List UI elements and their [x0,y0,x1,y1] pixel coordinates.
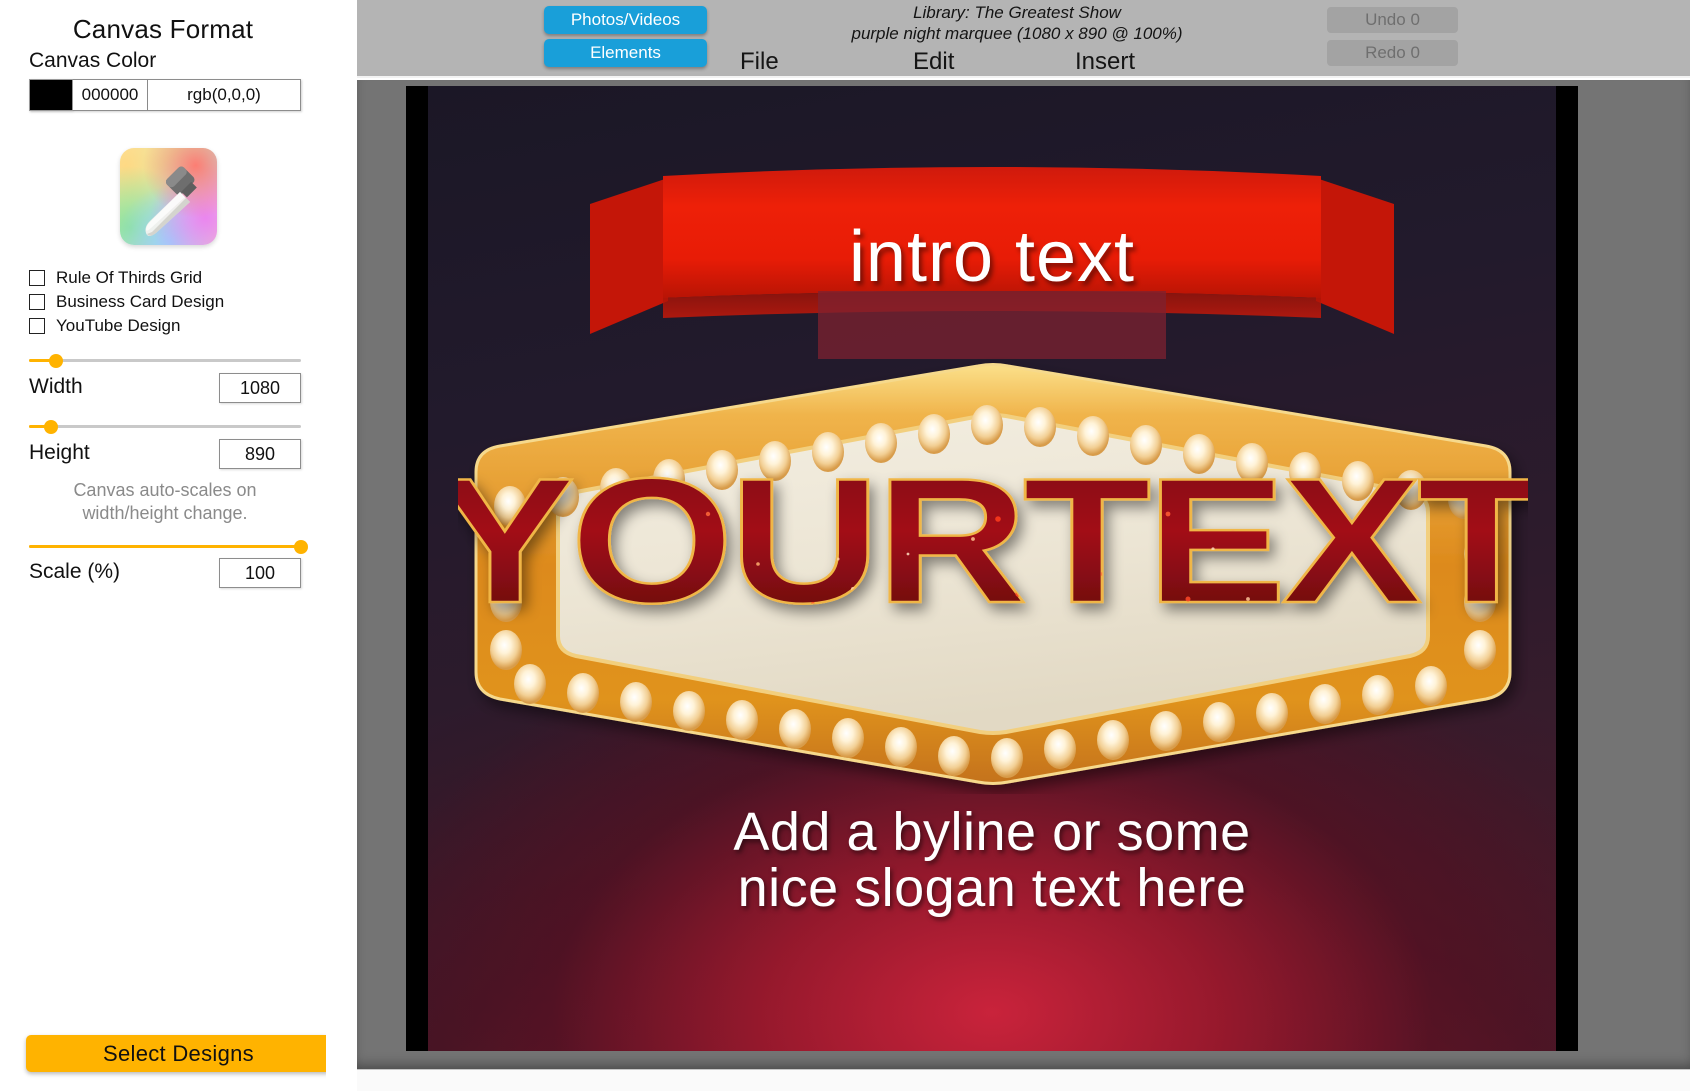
headline-text: YOURTEXT [458,442,1528,640]
elements-button[interactable]: Elements [544,39,707,67]
hex-color-input[interactable]: 000000 [73,79,148,111]
slider-knob[interactable] [43,420,58,434]
checkbox-label: Business Card Design [56,292,225,311]
rgb-color-input[interactable]: rgb(0,0,0) [148,79,301,111]
scale-input[interactable]: 100 [219,558,301,588]
app-root: Canvas Format Canvas Color 000000 rgb(0,… [0,0,1690,1091]
slider-knob[interactable] [49,354,64,368]
byline-line1: Add a byline or some [733,802,1251,862]
select-designs-button[interactable]: Select Designs [26,1035,326,1072]
checkbox-youtube-design[interactable]: YouTube Design [29,316,180,336]
slider-track [29,359,301,362]
slider-knob[interactable] [294,540,308,554]
canvas-format-sidebar: Canvas Format Canvas Color 000000 rgb(0,… [0,0,326,1091]
marquee-sign: YOURTEXT [434,354,1549,794]
scale-field-row: Scale (%) 100 [29,558,301,588]
byline-text[interactable]: Add a byline or some nice slogan text he… [428,804,1556,916]
ribbon-banner: intro text [428,86,1556,386]
height-label: Height [29,441,90,464]
sidebar-scroll-pane: Canvas Format Canvas Color 000000 rgb(0,… [0,0,326,1022]
scale-label: Scale (%) [29,560,121,583]
checkbox-box[interactable] [29,270,45,286]
bottom-status-strip [357,1069,1690,1091]
intro-text[interactable]: intro text [428,216,1556,298]
library-info: Library: The Greatest Show purple night … [757,2,1277,45]
checkbox-label: Rule Of Thirds Grid [56,268,203,287]
photos-videos-button[interactable]: Photos/Videos [544,6,707,34]
width-label: Width [29,375,83,398]
menu-edit[interactable]: Edit [913,48,954,76]
scale-slider[interactable] [29,538,308,556]
width-slider[interactable] [29,352,301,370]
height-field-row: Height 890 [29,439,301,469]
library-info-line1: Library: The Greatest Show [913,3,1121,22]
undo-button[interactable]: Undo 0 [1327,7,1458,33]
width-input[interactable]: 1080 [219,373,301,403]
top-toolbar: Photos/Videos Elements Library: The Grea… [357,0,1690,78]
canvas-color-label: Canvas Color [29,49,157,72]
autoscale-note: Canvas auto-scales on width/height chang… [73,480,257,523]
height-input[interactable]: 890 [219,439,301,469]
library-info-line2: purple night marquee (1080 x 890 @ 100%) [851,24,1183,44]
height-slider[interactable] [29,418,301,436]
checkbox-rule-of-thirds-grid[interactable]: Rule Of Thirds Grid [29,268,202,288]
redo-button[interactable]: Redo 0 [1327,40,1458,66]
checkbox-box[interactable] [29,318,45,334]
slider-fill [29,545,301,548]
slider-track [29,425,301,428]
menu-file[interactable]: File [740,48,779,76]
page-title: Canvas Format [72,14,254,44]
canvas-work-area[interactable]: intro text YOURTEXT Add a byline or some… [357,80,1690,1069]
eyedropper-icon[interactable] [120,148,217,245]
byline-line2: nice slogan text here [737,858,1247,919]
width-field-row: Width 1080 [29,373,301,403]
checkbox-box[interactable] [29,294,45,310]
color-swatch[interactable] [29,79,73,111]
canvas[interactable]: intro text YOURTEXT Add a byline or some… [406,86,1578,1051]
canvas-color-row: 000000 rgb(0,0,0) [29,79,301,111]
menu-insert[interactable]: Insert [1075,48,1135,76]
checkbox-label: YouTube Design [56,316,181,335]
design-artwork[interactable]: intro text YOURTEXT Add a byline or some… [428,86,1556,1051]
checkbox-business-card-design[interactable]: Business Card Design [29,292,224,312]
